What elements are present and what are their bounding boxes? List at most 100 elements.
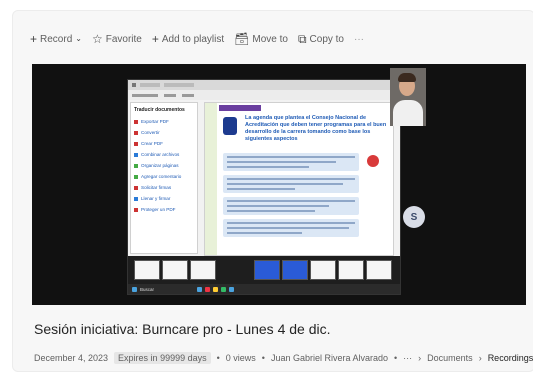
window-thumbnail [282, 260, 308, 280]
chevron-down-icon: ⌄ [75, 34, 82, 43]
window-thumbnail [338, 260, 364, 280]
tool-item-label: Agregar comentario [141, 174, 182, 179]
window-dot-icon [164, 83, 194, 87]
plus-icon: + [30, 32, 38, 46]
participant-avatar: S [403, 206, 425, 228]
star-icon: ☆ [91, 32, 103, 46]
shared-document: La agenda que plantea el Consejo Naciona… [204, 102, 394, 256]
shared-screen: Traducir documentos Exportar PDF Convert… [127, 79, 401, 295]
add-to-playlist-label: Add to playlist [161, 33, 225, 45]
copy-icon: ⧉ [297, 32, 307, 46]
app-icon [213, 286, 219, 292]
breadcrumb-recordings[interactable]: Recordings [488, 353, 533, 363]
toolbar-bar [164, 93, 176, 97]
document-text-block [223, 197, 359, 215]
app-icon [197, 286, 203, 292]
move-to-label: Move to [252, 33, 288, 45]
breadcrumb-more[interactable]: ··· [403, 353, 412, 363]
document-text-block [223, 219, 359, 237]
favorite-label: Favorite [105, 33, 142, 45]
document-text-block [223, 153, 359, 171]
recording-title: Sesión iniciativa: Burncare pro - Lunes … [34, 321, 331, 337]
app-icon [221, 286, 227, 292]
tool-item: Crear PDF [131, 138, 197, 149]
command-toolbar: + Record ⌄ ☆ Favorite + Add to playlist … [30, 33, 364, 45]
window-dot-icon [140, 83, 160, 87]
window-thumbnail [310, 260, 336, 280]
document-header-bar [219, 105, 261, 111]
app-icon [229, 286, 235, 292]
window-thumbnail [366, 260, 392, 280]
view-count: 0 views [225, 353, 256, 363]
record-button[interactable]: + Record ⌄ [30, 33, 82, 45]
move-to-button[interactable]: 🗃 Move to [234, 33, 288, 45]
tool-item: Proteger un PDF [131, 204, 197, 215]
taskbar-search: Buscar [140, 286, 155, 292]
pages-icon [134, 163, 138, 168]
windows-taskbar: Buscar [128, 284, 400, 294]
add-to-playlist-button[interactable]: + Add to playlist [152, 33, 224, 45]
more-label: ··· [354, 33, 364, 45]
video-player[interactable]: Traducir documentos Exportar PDF Convert… [32, 64, 526, 305]
tool-item: Convertir [131, 127, 197, 138]
checklist-icon [223, 117, 237, 135]
favorite-button[interactable]: ☆ Favorite [92, 33, 142, 45]
app-icon [205, 286, 211, 292]
person-shirt [393, 100, 423, 126]
tool-item: Organizar páginas [131, 160, 197, 171]
record-label: Record [40, 33, 73, 45]
tool-item-label: Llenar y firmar [141, 196, 171, 201]
warning-icon [367, 155, 379, 167]
more-options-button[interactable]: ··· [354, 34, 364, 45]
breadcrumb-documents[interactable]: Documents [427, 353, 473, 363]
tool-item-label: Crear PDF [141, 141, 163, 146]
document-margin-decoration [205, 103, 217, 255]
comment-icon [134, 174, 138, 179]
copy-to-button[interactable]: ⧉ Copy to [298, 33, 344, 45]
copy-to-label: Copy to [309, 33, 344, 45]
document-heading: La agenda que plantea el Consejo Naciona… [245, 115, 387, 142]
window-thumbnail [190, 260, 216, 280]
tool-item: Llenar y firmar [131, 193, 197, 204]
tool-item: Agregar comentario [131, 171, 197, 182]
window-thumbnail [254, 260, 280, 280]
document-text-block [223, 175, 359, 193]
signature-icon [134, 185, 138, 190]
breadcrumb-chevron-icon: › [478, 353, 482, 363]
pdf-icon [134, 119, 138, 124]
tool-item-label: Convertir [141, 130, 160, 135]
combine-icon [134, 152, 138, 157]
separator-dot: • [216, 353, 220, 363]
toolbar-bar [132, 93, 158, 97]
folder-move-icon: 🗃 [234, 32, 250, 46]
participant-initial: S [410, 211, 418, 223]
shared-taskbar: Buscar [128, 256, 400, 294]
toolbar-bar [182, 93, 194, 97]
pdf-icon [134, 141, 138, 146]
window-dot-icon [132, 83, 136, 87]
person-hair [398, 73, 416, 82]
tools-panel-title: Traducir documentos [134, 107, 185, 113]
tool-item: Solicitar firmas [131, 182, 197, 193]
pdf-icon [134, 130, 138, 135]
tool-item-label: Organizar páginas [141, 163, 179, 168]
tool-item-label: Solicitar firmas [141, 185, 172, 190]
tool-item-label: Combinar archivos [141, 152, 180, 157]
expiration-badge[interactable]: Expires in 99999 days [114, 352, 211, 364]
owner-name[interactable]: Juan Gabriel Rivera Alvarado [271, 353, 388, 363]
protect-icon [134, 207, 138, 212]
window-thumbnail [134, 260, 160, 280]
webcam-video [390, 68, 426, 126]
tool-item-label: Proteger un PDF [141, 207, 176, 212]
windows-start-icon [132, 286, 137, 292]
tool-item-label: Exportar PDF [141, 119, 169, 124]
separator-dot: • [394, 353, 398, 363]
breadcrumb-chevron-icon: › [418, 353, 422, 363]
fill-sign-icon [134, 196, 138, 201]
recording-metadata: December 4, 2023 Expires in 99999 days •… [34, 352, 533, 364]
window-thumbnail [162, 260, 188, 280]
plus-icon: + [151, 32, 159, 46]
separator-dot: • [261, 353, 265, 363]
tool-item: Exportar PDF [131, 116, 197, 127]
shared-tools-panel: Traducir documentos Exportar PDF Convert… [130, 102, 198, 254]
